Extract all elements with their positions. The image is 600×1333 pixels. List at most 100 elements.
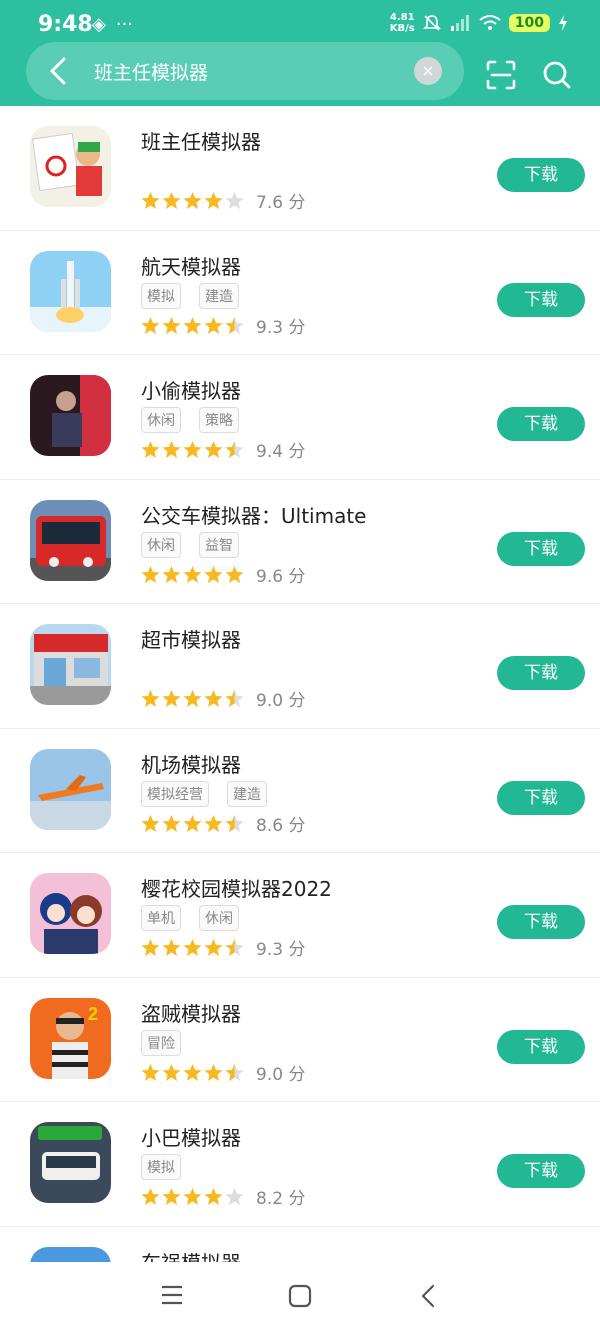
star-full-icon bbox=[204, 316, 223, 334]
app-tag: 益智 bbox=[199, 531, 239, 558]
app-name[interactable]: 公交车模拟器：Ultimate bbox=[141, 500, 366, 529]
app-score: 9.6 分 bbox=[256, 566, 306, 587]
star-rating bbox=[141, 1187, 244, 1206]
app-list-item[interactable]: 机场模拟器 模拟经营 建造 8.6 分 下载 bbox=[0, 729, 600, 853]
star-full-icon bbox=[141, 1063, 160, 1081]
search-box[interactable]: 班主任模拟器 × bbox=[26, 42, 464, 100]
app-score: 8.6 分 bbox=[256, 815, 306, 836]
star-full-icon bbox=[141, 316, 160, 334]
app-icon[interactable] bbox=[30, 250, 111, 332]
app-icon[interactable] bbox=[30, 1122, 111, 1203]
app-icon[interactable] bbox=[30, 126, 111, 207]
app-rating: 7.6 分 bbox=[141, 188, 305, 213]
star-empty-icon bbox=[225, 1188, 244, 1205]
star-full-icon bbox=[162, 316, 181, 334]
search-button[interactable] bbox=[542, 60, 572, 90]
app-name[interactable]: 机场模拟器 bbox=[141, 749, 241, 778]
app-tags: 模拟 建造 bbox=[141, 282, 239, 309]
download-button[interactable]: 下载 bbox=[497, 282, 585, 317]
star-full-icon bbox=[183, 316, 202, 334]
more-dots-icon: ··· bbox=[115, 14, 134, 35]
app-list-item[interactable]: 小偷模拟器休闲 策略 9.4 分 下载 bbox=[0, 355, 600, 480]
star-rating bbox=[141, 191, 244, 210]
app-icon[interactable]: 2 bbox=[30, 997, 111, 1079]
app-rating: 8.6 分 bbox=[141, 811, 305, 836]
app-list-item[interactable]: 班主任模拟器 7.6 分 下载 bbox=[0, 106, 600, 231]
download-button[interactable]: 下载 bbox=[497, 531, 585, 566]
app-name[interactable]: 小巴模拟器 bbox=[141, 1122, 241, 1151]
app-list-item[interactable]: 小巴模拟器 模拟 8.2 分 下载 bbox=[0, 1102, 600, 1227]
app-list-item[interactable]: 2 盗贼模拟器 冒险 9.0 分 下载 bbox=[0, 978, 600, 1102]
star-full-icon bbox=[141, 565, 160, 583]
star-half-icon bbox=[225, 939, 244, 956]
menu-icon[interactable] bbox=[160, 1284, 184, 1306]
download-button[interactable]: 下载 bbox=[497, 407, 585, 441]
app-rating: 9.0 分 bbox=[141, 686, 305, 711]
download-button[interactable]: 下载 bbox=[497, 1029, 585, 1064]
app-name[interactable]: 小偷模拟器 bbox=[141, 375, 241, 404]
app-icon[interactable] bbox=[30, 624, 111, 705]
app-icon[interactable] bbox=[30, 748, 111, 830]
download-button[interactable]: 下载 bbox=[497, 780, 585, 815]
app-list-item[interactable]: 航天模拟器 模拟 建造 9.3 分 下载 bbox=[0, 231, 600, 355]
app-tags: 冒险 bbox=[141, 1029, 181, 1056]
app-score: 9.0 分 bbox=[256, 1064, 306, 1085]
app-name[interactable]: 超市模拟器 bbox=[141, 624, 241, 653]
scan-button[interactable] bbox=[486, 60, 516, 90]
scan-icon bbox=[486, 60, 516, 90]
star-rating bbox=[141, 440, 244, 459]
net-speed: 4.81 KB/s bbox=[389, 12, 415, 34]
app-list-item[interactable]: 公交车模拟器：Ultimate 休闲 益智 9.6 分 下载 bbox=[0, 480, 600, 604]
app-icon[interactable] bbox=[30, 375, 111, 456]
app-name[interactable]: 盗贼模拟器 bbox=[141, 998, 241, 1027]
star-rating bbox=[141, 689, 244, 708]
search-input[interactable]: 班主任模拟器 bbox=[94, 58, 208, 85]
home-icon[interactable] bbox=[288, 1284, 312, 1308]
bell-off-icon bbox=[422, 15, 441, 31]
app-score: 9.3 分 bbox=[256, 940, 306, 960]
star-full-icon bbox=[141, 814, 160, 832]
star-full-icon bbox=[162, 441, 181, 458]
nav-diamond-icon: ◈ bbox=[92, 14, 106, 35]
download-button[interactable]: 下载 bbox=[497, 656, 585, 690]
app-tags: 模拟 bbox=[141, 1154, 181, 1180]
download-button[interactable]: 下载 bbox=[497, 1154, 585, 1188]
status-left-icons: ◈ ··· bbox=[92, 14, 133, 35]
app-rating: 9.0 分 bbox=[141, 1060, 305, 1085]
app-list-item[interactable]: 樱花校园模拟器2022 单机 休闲 9.3 分 下载 bbox=[0, 853, 600, 978]
download-button[interactable]: 下载 bbox=[497, 158, 585, 192]
svg-text:2: 2 bbox=[88, 1004, 98, 1024]
app-rating: 9.3 分 bbox=[141, 935, 305, 960]
star-rating bbox=[141, 814, 244, 833]
app-list-item[interactable]: 超市模拟器 9.0 分 下载 bbox=[0, 604, 600, 729]
app-name[interactable]: 樱花校园模拟器2022 bbox=[141, 873, 332, 902]
status-right: 4.81 KB/s 100 bbox=[390, 12, 568, 34]
nav-back-icon[interactable] bbox=[418, 1284, 438, 1308]
star-full-icon bbox=[162, 192, 181, 209]
app-icon[interactable] bbox=[30, 499, 111, 581]
star-full-icon bbox=[204, 1188, 223, 1205]
star-full-icon bbox=[204, 690, 223, 707]
back-button[interactable] bbox=[44, 53, 74, 89]
app-tags: 模拟经营 建造 bbox=[141, 780, 267, 807]
search-icon bbox=[543, 61, 571, 89]
app-score: 9.0 分 bbox=[256, 691, 306, 711]
star-full-icon bbox=[183, 690, 202, 707]
app-name[interactable]: 航天模拟器 bbox=[141, 251, 241, 280]
app-tags: 休闲 策略 bbox=[141, 407, 239, 433]
app-name[interactable]: 班主任模拟器 bbox=[141, 126, 261, 155]
star-empty-icon bbox=[225, 192, 244, 209]
star-full-icon bbox=[162, 690, 181, 707]
app-tag: 建造 bbox=[227, 780, 267, 807]
star-full-icon bbox=[141, 441, 160, 458]
app-score: 9.4 分 bbox=[256, 442, 306, 462]
signal-icon bbox=[450, 15, 469, 31]
app-tags: 单机 休闲 bbox=[141, 905, 239, 931]
star-full-icon bbox=[141, 939, 160, 956]
download-button[interactable]: 下载 bbox=[497, 905, 585, 939]
app-icon[interactable] bbox=[30, 873, 111, 954]
star-full-icon bbox=[204, 192, 223, 209]
star-rating bbox=[141, 316, 244, 335]
star-half-icon bbox=[225, 316, 244, 334]
clear-search-button[interactable]: × bbox=[414, 57, 442, 85]
